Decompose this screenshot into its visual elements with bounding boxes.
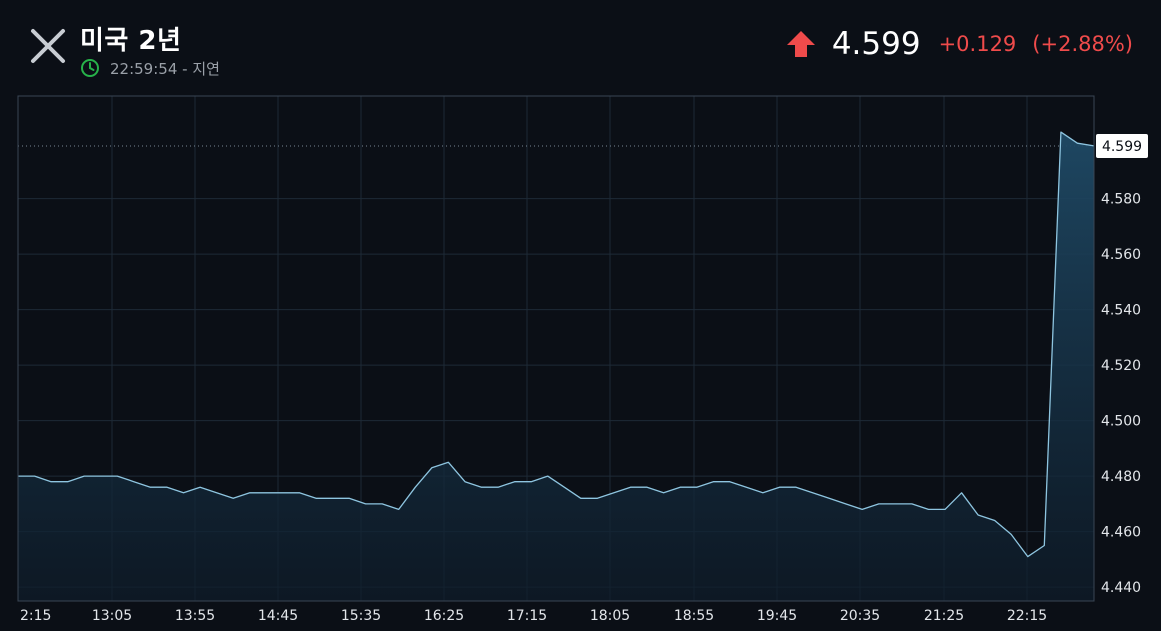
y-tick-label: 4.440 bbox=[1101, 580, 1141, 596]
price-chart[interactable]: 4.440 4.460 4.480 4.500 4.520 4.540 4.560 4.580… bbox=[0, 0, 1161, 631]
y-tick-label: 4.540 bbox=[1101, 303, 1141, 319]
x-tick-label: 21:25 bbox=[924, 608, 964, 624]
x-tick-label: 13:55 bbox=[175, 608, 215, 624]
x-tick-label: 18:05 bbox=[590, 608, 630, 624]
x-tick-label: 20:35 bbox=[840, 608, 880, 624]
y-tick-label: 4.460 bbox=[1101, 525, 1141, 541]
y-tick-label: 4.560 bbox=[1101, 247, 1141, 263]
x-tick-label: 16:25 bbox=[424, 608, 464, 624]
y-tick-label: 4.580 bbox=[1101, 192, 1141, 208]
x-tick-label: 15:35 bbox=[341, 608, 381, 624]
series-area-fill bbox=[18, 132, 1094, 601]
x-tick-label: 18:55 bbox=[674, 608, 714, 624]
y-tick-label: 4.500 bbox=[1101, 414, 1141, 430]
x-tick-label: 14:45 bbox=[258, 608, 298, 624]
y-tick-label: 4.520 bbox=[1101, 358, 1141, 374]
x-tick-label: 2:15 bbox=[20, 608, 51, 624]
x-tick-label: 22:15 bbox=[1007, 608, 1047, 624]
last-value-label: 4.599 bbox=[1102, 139, 1142, 155]
x-tick-label: 17:15 bbox=[507, 608, 547, 624]
x-tick-label: 13:05 bbox=[92, 608, 132, 624]
y-tick-label: 4.480 bbox=[1101, 469, 1141, 485]
x-tick-label: 19:45 bbox=[757, 608, 797, 624]
